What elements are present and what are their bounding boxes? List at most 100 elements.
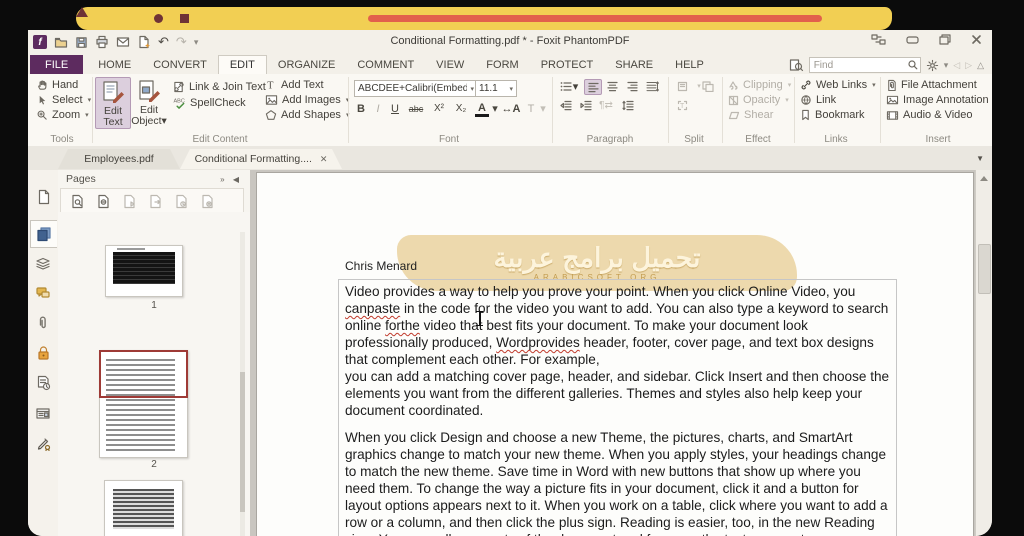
gear-dropdown-icon[interactable]: ▾ [944,60,949,71]
tab-share[interactable]: SHARE [604,55,664,74]
open-icon[interactable] [54,35,68,49]
security-panel-icon[interactable] [34,344,52,362]
close-icon[interactable] [971,34,982,45]
web-links-button[interactable]: Web Links ▾ [800,78,876,92]
layers-panel-icon[interactable] [34,254,52,272]
underline-button[interactable]: U [388,101,402,116]
restore-icon[interactable] [939,34,951,45]
file-attachment-button[interactable]: File Attachment [886,78,977,92]
strikethrough-button[interactable]: abc [406,101,426,116]
collapse-panel-icon[interactable]: ◀ [233,175,242,184]
find-options-gear-icon[interactable] [926,59,939,72]
edit-text-button[interactable]: Edit Text [95,77,131,129]
font-color-button[interactable]: A [475,102,489,117]
link-join-text-button[interactable]: Link & Join Text [173,80,266,94]
document-view: تحميل برامج عربية ARABICSOFT.ORG Chris M… [250,170,976,536]
group-label-insert: Insert [925,134,951,145]
paragraph[interactable]: Video provides a way to help you prove y… [345,284,890,420]
align-center-button[interactable] [604,79,620,93]
add-shapes-button[interactable]: Add Shapes▾ [265,108,349,122]
tab-form[interactable]: FORM [475,55,529,74]
find-input[interactable] [808,57,921,73]
font-family-combo[interactable]: ABCDEE+Calibri(Embedded)▾ [354,80,478,97]
pages-panel: Pages » ◀ 1 2 [58,170,251,536]
tab-comment[interactable]: COMMENT [346,55,425,74]
qat-customize-icon[interactable]: ▾ [194,37,199,48]
tab-file[interactable]: FILE [30,55,84,74]
save-icon[interactable] [75,36,88,49]
page-thumbnail-3[interactable] [104,480,183,536]
comments-panel-icon[interactable] [34,284,52,302]
scroll-up-icon[interactable] [980,176,988,181]
font-color-dropdown-icon[interactable]: ▾ [491,101,499,116]
doc-tab-conditional-formatting[interactable]: Conditional Formatting.... ✕ [180,149,342,169]
text-block[interactable]: Video provides a way to help you prove y… [338,279,897,536]
print-icon[interactable] [95,35,109,49]
align-left-button[interactable] [584,79,602,95]
undo-icon[interactable]: ↶ [158,35,169,49]
justify-button[interactable] [644,79,660,93]
add-images-button[interactable]: Add Images▾ [265,93,349,107]
page-zoom-out-icon[interactable] [97,194,110,209]
fields-panel-icon[interactable] [34,374,52,392]
link-globe-icon [801,95,811,105]
destinations-panel-icon[interactable] [34,404,52,422]
page-thumbnail-2[interactable] [99,350,188,458]
search-document-icon[interactable] [789,58,804,72]
misspelled-word: Wordprovides [496,334,580,350]
tab-home[interactable]: HOME [87,55,142,74]
collapse-ribbon-icon[interactable]: △ [977,60,984,71]
add-text-icon: T [267,81,274,91]
indent-left-button[interactable] [558,98,574,112]
zoom-tool-button[interactable]: Zoom ▾ [36,108,89,122]
subscript-button[interactable]: X₂ [452,101,470,116]
link-button[interactable]: Link [800,93,836,107]
doc-tab-employees[interactable]: Employees.pdf [58,149,180,169]
new-document-icon[interactable] [137,35,151,49]
panel-scrollbar-thumb[interactable] [240,372,245,512]
superscript-button[interactable]: X² [430,101,448,116]
bold-button[interactable]: B [354,101,368,116]
tab-organize[interactable]: ORGANIZE [267,55,346,74]
tab-list-dropdown-icon[interactable]: ▼ [976,154,984,163]
misspelled-word: forthe [385,317,420,333]
add-text-button[interactable]: T Add Text [265,78,323,92]
tab-edit[interactable]: EDIT [217,55,267,74]
pages-panel-icon[interactable] [30,220,57,248]
edit-object-button[interactable]: Edit Object▾ [131,77,167,127]
email-icon[interactable] [116,35,130,49]
tab-help[interactable]: HELP [664,55,715,74]
image-annotation-button[interactable]: Image Annotation [886,93,989,107]
tab-close-icon[interactable]: ✕ [320,154,328,165]
scrollbar-thumb[interactable] [978,244,991,294]
indent-right-button[interactable] [578,98,594,112]
audio-video-button[interactable]: Audio & Video [886,108,973,122]
hand-tool-button[interactable]: Hand [36,78,78,92]
signatures-panel-icon[interactable] [34,434,52,452]
document-scrollbar[interactable] [975,170,992,536]
minimize-icon[interactable] [906,35,919,45]
dock-icon[interactable] [871,34,886,45]
tab-convert[interactable]: CONVERT [142,55,218,74]
expand-panel-icon[interactable]: » [220,175,227,184]
char-spacing-button[interactable]: ↔ A [502,101,521,116]
bookmark-button[interactable]: Bookmark [800,108,865,122]
document-author-line[interactable]: Chris Menard [345,259,417,273]
extract-page-icon [150,194,161,208]
bookmarks-panel-icon[interactable] [34,188,52,206]
font-size-combo[interactable]: 11.1 ▾ [475,80,517,97]
tab-protect[interactable]: PROTECT [530,55,605,74]
select-tool-button[interactable]: Select ▾ [36,93,91,107]
spellcheck-button[interactable]: ABC SpellCheck [173,96,246,110]
page-thumbnail-1[interactable] [105,245,183,297]
bullets-button[interactable]: ▾ [558,79,580,93]
page-zoom-in-icon[interactable] [71,194,84,209]
attachments-panel-icon[interactable] [34,314,52,332]
paragraph[interactable]: When you click Design and choose a new T… [345,430,890,536]
search-icon[interactable] [907,59,919,71]
tab-view[interactable]: VIEW [425,55,475,74]
panel-scrollbar[interactable] [240,232,245,536]
line-spacing-button[interactable] [620,98,636,112]
ribbon-tab-row: FILE HOME CONVERT EDIT ORGANIZE COMMENT … [30,55,715,74]
align-right-button[interactable] [624,79,640,93]
